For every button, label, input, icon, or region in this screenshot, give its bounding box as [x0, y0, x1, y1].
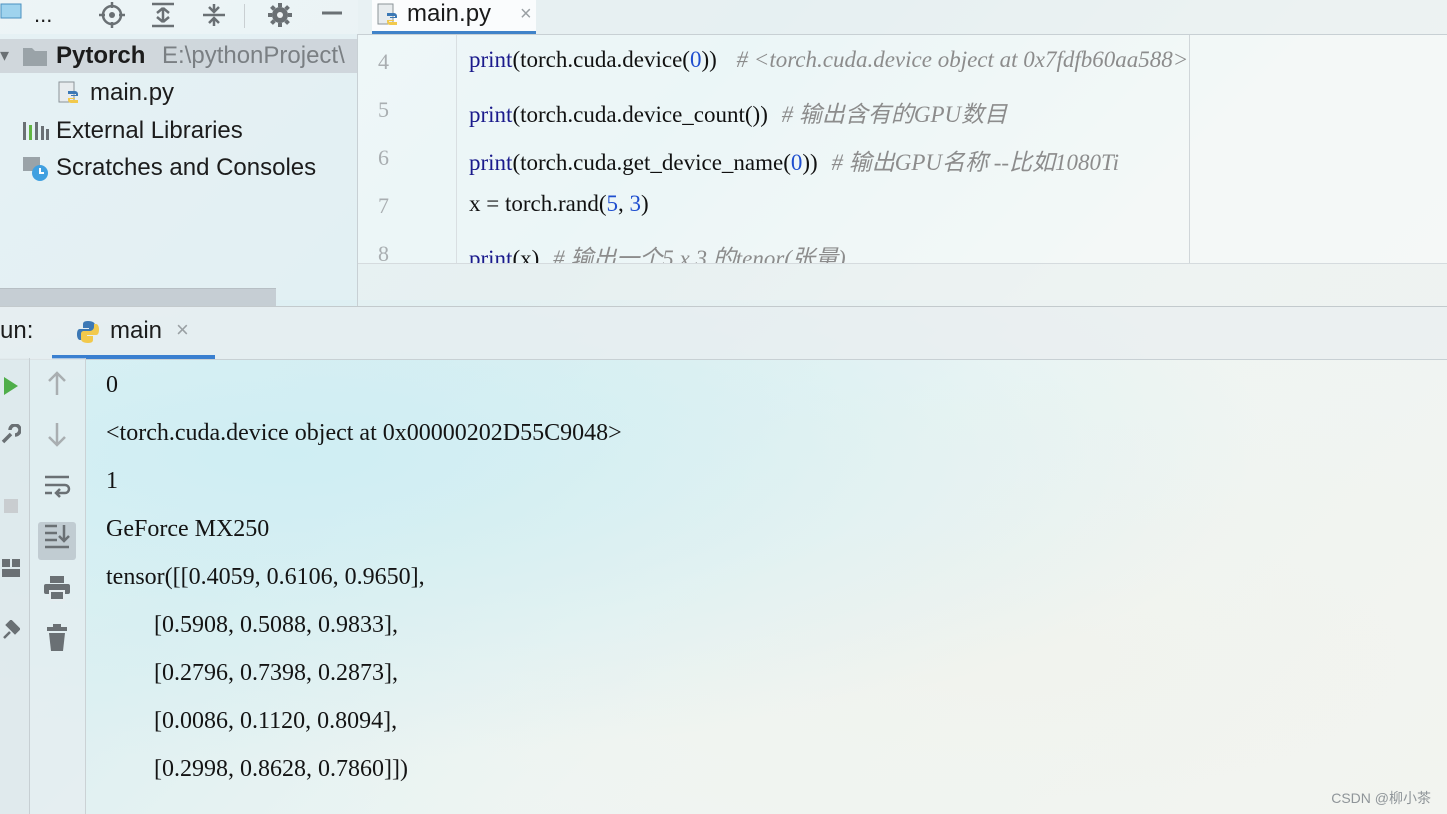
folder-icon [23, 48, 47, 66]
code-token: (torch.cuda.device( [512, 47, 690, 72]
scratches-icon [23, 157, 48, 181]
arrow-down-icon[interactable] [38, 420, 76, 458]
chevron-down-icon[interactable]: ▾ [0, 39, 9, 73]
line-number: 8 [378, 241, 389, 263]
python-file-icon [377, 3, 397, 25]
horizontal-scrollbar[interactable] [0, 288, 276, 306]
editor-breadcrumb-area [358, 263, 1447, 307]
code-line-4: print(torch.cuda.device(0)) # <torch.cud… [469, 47, 1188, 73]
print-icon[interactable] [38, 574, 76, 612]
line-number: 6 [378, 145, 389, 170]
target-icon[interactable] [98, 2, 126, 30]
minimize-icon[interactable] [318, 2, 346, 30]
layout-icon[interactable] [0, 558, 22, 582]
code-token: print [469, 246, 513, 263]
editor-tab-bar: main.py × [358, 0, 1447, 35]
background-image [0, 300, 1447, 814]
code-line-7: x = torch.rand(5, 3) [469, 191, 649, 217]
libraries-icon [23, 122, 49, 140]
right-margin-guide [1189, 35, 1190, 263]
tree-item-label: External Libraries [56, 117, 243, 144]
code-token: 0 [689, 47, 702, 72]
code-token: (x) [512, 246, 540, 263]
watermark: CSDN @柳小茶 [1331, 790, 1431, 806]
code-comment: # 输出一个5 x 3 的tenor(张量) [553, 246, 846, 263]
project-toolbar: ... [0, 0, 358, 34]
code-comment: # <torch.cuda.device object at 0x7fdfb60… [736, 47, 1189, 72]
rerun-icon[interactable] [0, 376, 22, 400]
code-editor[interactable]: 4 5 6 7 8 print(torch.cuda.device(0)) # … [358, 35, 1447, 263]
line-number: 4 [378, 49, 389, 74]
run-tab-main[interactable]: main × [52, 307, 215, 359]
console-output-line: [0.2998, 0.8628, 0.7860]]) [154, 756, 408, 782]
line-number: 5 [378, 97, 389, 122]
console-output-line: 1 [106, 468, 118, 494]
gear-icon[interactable] [266, 2, 294, 30]
project-view-dropdown[interactable]: ... [34, 2, 52, 28]
code-token: (torch.cuda.device_count()) [512, 102, 768, 127]
pin-icon[interactable] [0, 619, 22, 645]
console-output-line: GeForce MX250 [106, 516, 270, 542]
code-token: 0 [790, 150, 803, 175]
code-token: print [469, 47, 513, 72]
tree-item-pytorch[interactable]: ▾ Pytorch E:\pythonProject\ [0, 39, 357, 73]
expand-all-icon[interactable] [149, 2, 177, 30]
code-token: print [469, 102, 513, 127]
console-output-line: [0.2796, 0.7398, 0.2873], [154, 660, 398, 686]
code-token: 5 [606, 191, 619, 216]
project-root-name: Pytorch [56, 42, 146, 69]
code-comment: # 输出GPU名称 --比如1080Ti [831, 150, 1119, 175]
code-token: , [618, 191, 630, 216]
code-token: ) [641, 191, 649, 216]
console-toolbar [30, 358, 86, 814]
project-tree-panel: ▾ Pytorch E:\pythonProject\ main.py Exte… [0, 34, 358, 306]
python-icon [77, 321, 99, 343]
code-token: 3 [629, 191, 642, 216]
code-token: )) [701, 47, 717, 72]
console-output-line: [0.0086, 0.1120, 0.8094], [154, 708, 398, 734]
trash-icon[interactable] [38, 624, 76, 662]
run-panel-header: un: main × [0, 306, 1447, 360]
console-output-line: tensor([[0.4059, 0.6106, 0.9650], [106, 564, 425, 590]
tab-main-py[interactable]: main.py × [372, 0, 536, 34]
soft-wrap-icon[interactable] [38, 472, 76, 510]
console-output-line: 0 [106, 372, 118, 398]
run-tab-label: main [110, 317, 163, 344]
console-output-line: <torch.cuda.device object at 0x00000202D… [106, 420, 622, 446]
wrench-icon[interactable] [0, 423, 22, 449]
code-line-5: print(torch.cuda.device_count()) # 输出含有的… [469, 95, 1007, 129]
toolbar-divider [244, 4, 245, 28]
run-actions-strip [0, 358, 30, 814]
code-token: print [469, 150, 513, 175]
close-icon[interactable]: × [520, 0, 532, 28]
close-icon[interactable]: × [176, 317, 189, 343]
code-comment: # 输出含有的GPU数目 [781, 102, 1008, 127]
stop-icon[interactable] [0, 494, 22, 518]
project-view-icon[interactable] [0, 2, 22, 30]
tree-item-label: main.py [90, 79, 175, 106]
code-line-8: print(x) # 输出一个5 x 3 的tenor(张量) [469, 239, 846, 263]
python-file-icon [58, 81, 78, 103]
code-token: )) [802, 150, 818, 175]
tab-label: main.py [407, 0, 492, 27]
scroll-to-end-icon[interactable] [38, 522, 76, 560]
arrow-up-icon[interactable] [38, 370, 76, 408]
line-number: 7 [378, 193, 389, 218]
project-root-path: E:\pythonProject\ [162, 42, 345, 69]
console-output-line: [0.5908, 0.5088, 0.9833], [154, 612, 398, 638]
code-token: (torch.cuda.get_device_name( [512, 150, 791, 175]
collapse-all-icon[interactable] [200, 2, 228, 30]
code-token: x = torch.rand( [469, 191, 607, 216]
run-panel-label: un: [0, 317, 34, 344]
tree-item-label: Scratches and Consoles [56, 154, 317, 181]
code-line-6: print(torch.cuda.get_device_name(0)) # 输… [469, 143, 1119, 177]
